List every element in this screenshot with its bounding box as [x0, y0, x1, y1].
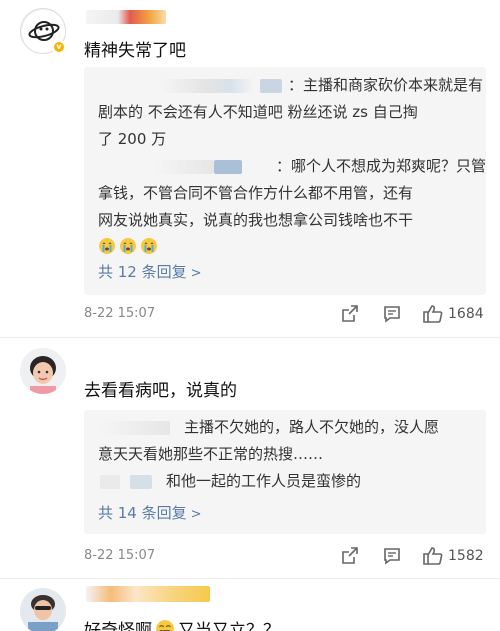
- share-button[interactable]: [340, 546, 360, 570]
- reply-1[interactable]: 主播不欠她的，路人不欠她的，没人愿 意天天看她那些不正常的热搜……: [98, 414, 472, 468]
- reply-1[interactable]: ：主播和商家砍价本来就是有 剧本的 不会还有人不知道吧 粉丝还说 zs 自己掏 …: [98, 72, 483, 153]
- reply-text-line: 剧本的 不会还有人不知道吧 粉丝还说 zs 自己掏: [98, 103, 418, 121]
- like-count: 1684: [448, 306, 484, 322]
- more-replies-link[interactable]: 共 14 条回复 >: [98, 502, 202, 523]
- chevron-right-icon: >: [190, 266, 202, 281]
- comment-text: 精神失常了吧: [84, 41, 186, 61]
- comment-text: 去看看病吧，说真的: [84, 381, 237, 401]
- laughing-emoji-icon: [156, 620, 174, 631]
- reply-avatar-blurred: [214, 159, 242, 174]
- comment-time: 8-22 15:07: [84, 548, 156, 563]
- reply-username-blurred: [160, 78, 254, 93]
- reply-text-line: ：主播和商家砍价本来就是有: [288, 76, 484, 94]
- emoji-row: [98, 234, 472, 261]
- reply-text-line: 主播不欠她的，路人不欠她的，没人愿: [184, 418, 440, 436]
- reply-text-line: 拿钱，不管合同不管合作方什么都不用管，还有: [98, 184, 414, 202]
- replies-box[interactable]: ：主播和商家砍价本来就是有 剧本的 不会还有人不知道吧 粉丝还说 zs 自己掏 …: [84, 67, 486, 295]
- avatar[interactable]: [20, 348, 66, 394]
- avatar[interactable]: [20, 588, 66, 631]
- comment-time: 8-22 15:07: [84, 306, 156, 321]
- chevron-right-icon: >: [190, 507, 202, 522]
- username-blurred[interactable]: [86, 586, 210, 602]
- crying-emoji-icon: [120, 238, 136, 254]
- comment-3: 好奇怪啊 又当又立？？: [0, 580, 500, 631]
- share-icon: [342, 305, 358, 322]
- more-replies-link[interactable]: 共 12 条回复 >: [98, 261, 202, 282]
- comment-2: 去看看病吧，说真的 主播不欠她的，路人不欠她的，没人愿 意天天看她那些不正常的热…: [0, 340, 500, 580]
- share-icon: [342, 547, 358, 564]
- comment-1: v 精神失常了吧 ：主播和商家砍价本来就是有 剧本的 不会还有人不知道吧 粉丝还…: [0, 0, 500, 340]
- like-button[interactable]: [422, 546, 444, 570]
- username-blurred[interactable]: [86, 10, 166, 24]
- reply-username-blurred: [100, 420, 170, 435]
- reply-username-blurred: [100, 474, 120, 489]
- thumbs-up-icon: [423, 305, 443, 323]
- divider: [0, 337, 500, 338]
- comment-button[interactable]: [382, 304, 402, 328]
- reply-avatar-blurred: [130, 474, 152, 489]
- reply-text-line: ：哪个人不想成为郑爽呢？只管: [276, 157, 487, 175]
- share-button[interactable]: [340, 304, 360, 328]
- reply-text-line: 意天天看她那些不正常的热搜……: [98, 445, 324, 463]
- comment-text-part: 好奇怪啊: [84, 621, 152, 631]
- divider: [0, 578, 500, 579]
- like-button[interactable]: [422, 304, 444, 328]
- reply-2[interactable]: ：哪个人不想成为郑爽呢？只管 拿钱，不管合同不管合作方什么都不用管，还有 网友说…: [98, 153, 486, 261]
- reply-2[interactable]: 和他一起的工作人员是蛮惨的: [98, 468, 472, 495]
- thumbs-up-icon: [423, 547, 443, 565]
- reply-username-blurred: [154, 159, 214, 174]
- reply-avatar-blurred: [260, 78, 282, 93]
- reply-text-line: 和他一起的工作人员是蛮惨的: [166, 472, 362, 490]
- reply-text-line: 了 200 万: [98, 130, 167, 148]
- comment-icon: [384, 306, 400, 323]
- comment-text: 好奇怪啊 又当又立？？: [84, 616, 280, 631]
- comment-text-part: 又当又立？？: [178, 621, 280, 631]
- crying-emoji-icon: [99, 238, 115, 254]
- comment-icon: [384, 548, 400, 565]
- like-count: 1582: [448, 548, 484, 564]
- replies-box[interactable]: 主播不欠她的，路人不欠她的，没人愿 意天天看她那些不正常的热搜…… 和他一起的工…: [84, 410, 486, 534]
- verified-badge-icon: v: [52, 40, 66, 54]
- reply-text-line: 网友说她真实，说真的我也想拿公司钱啥也不干: [98, 211, 414, 229]
- comment-button[interactable]: [382, 546, 402, 570]
- crying-emoji-icon: [141, 238, 157, 254]
